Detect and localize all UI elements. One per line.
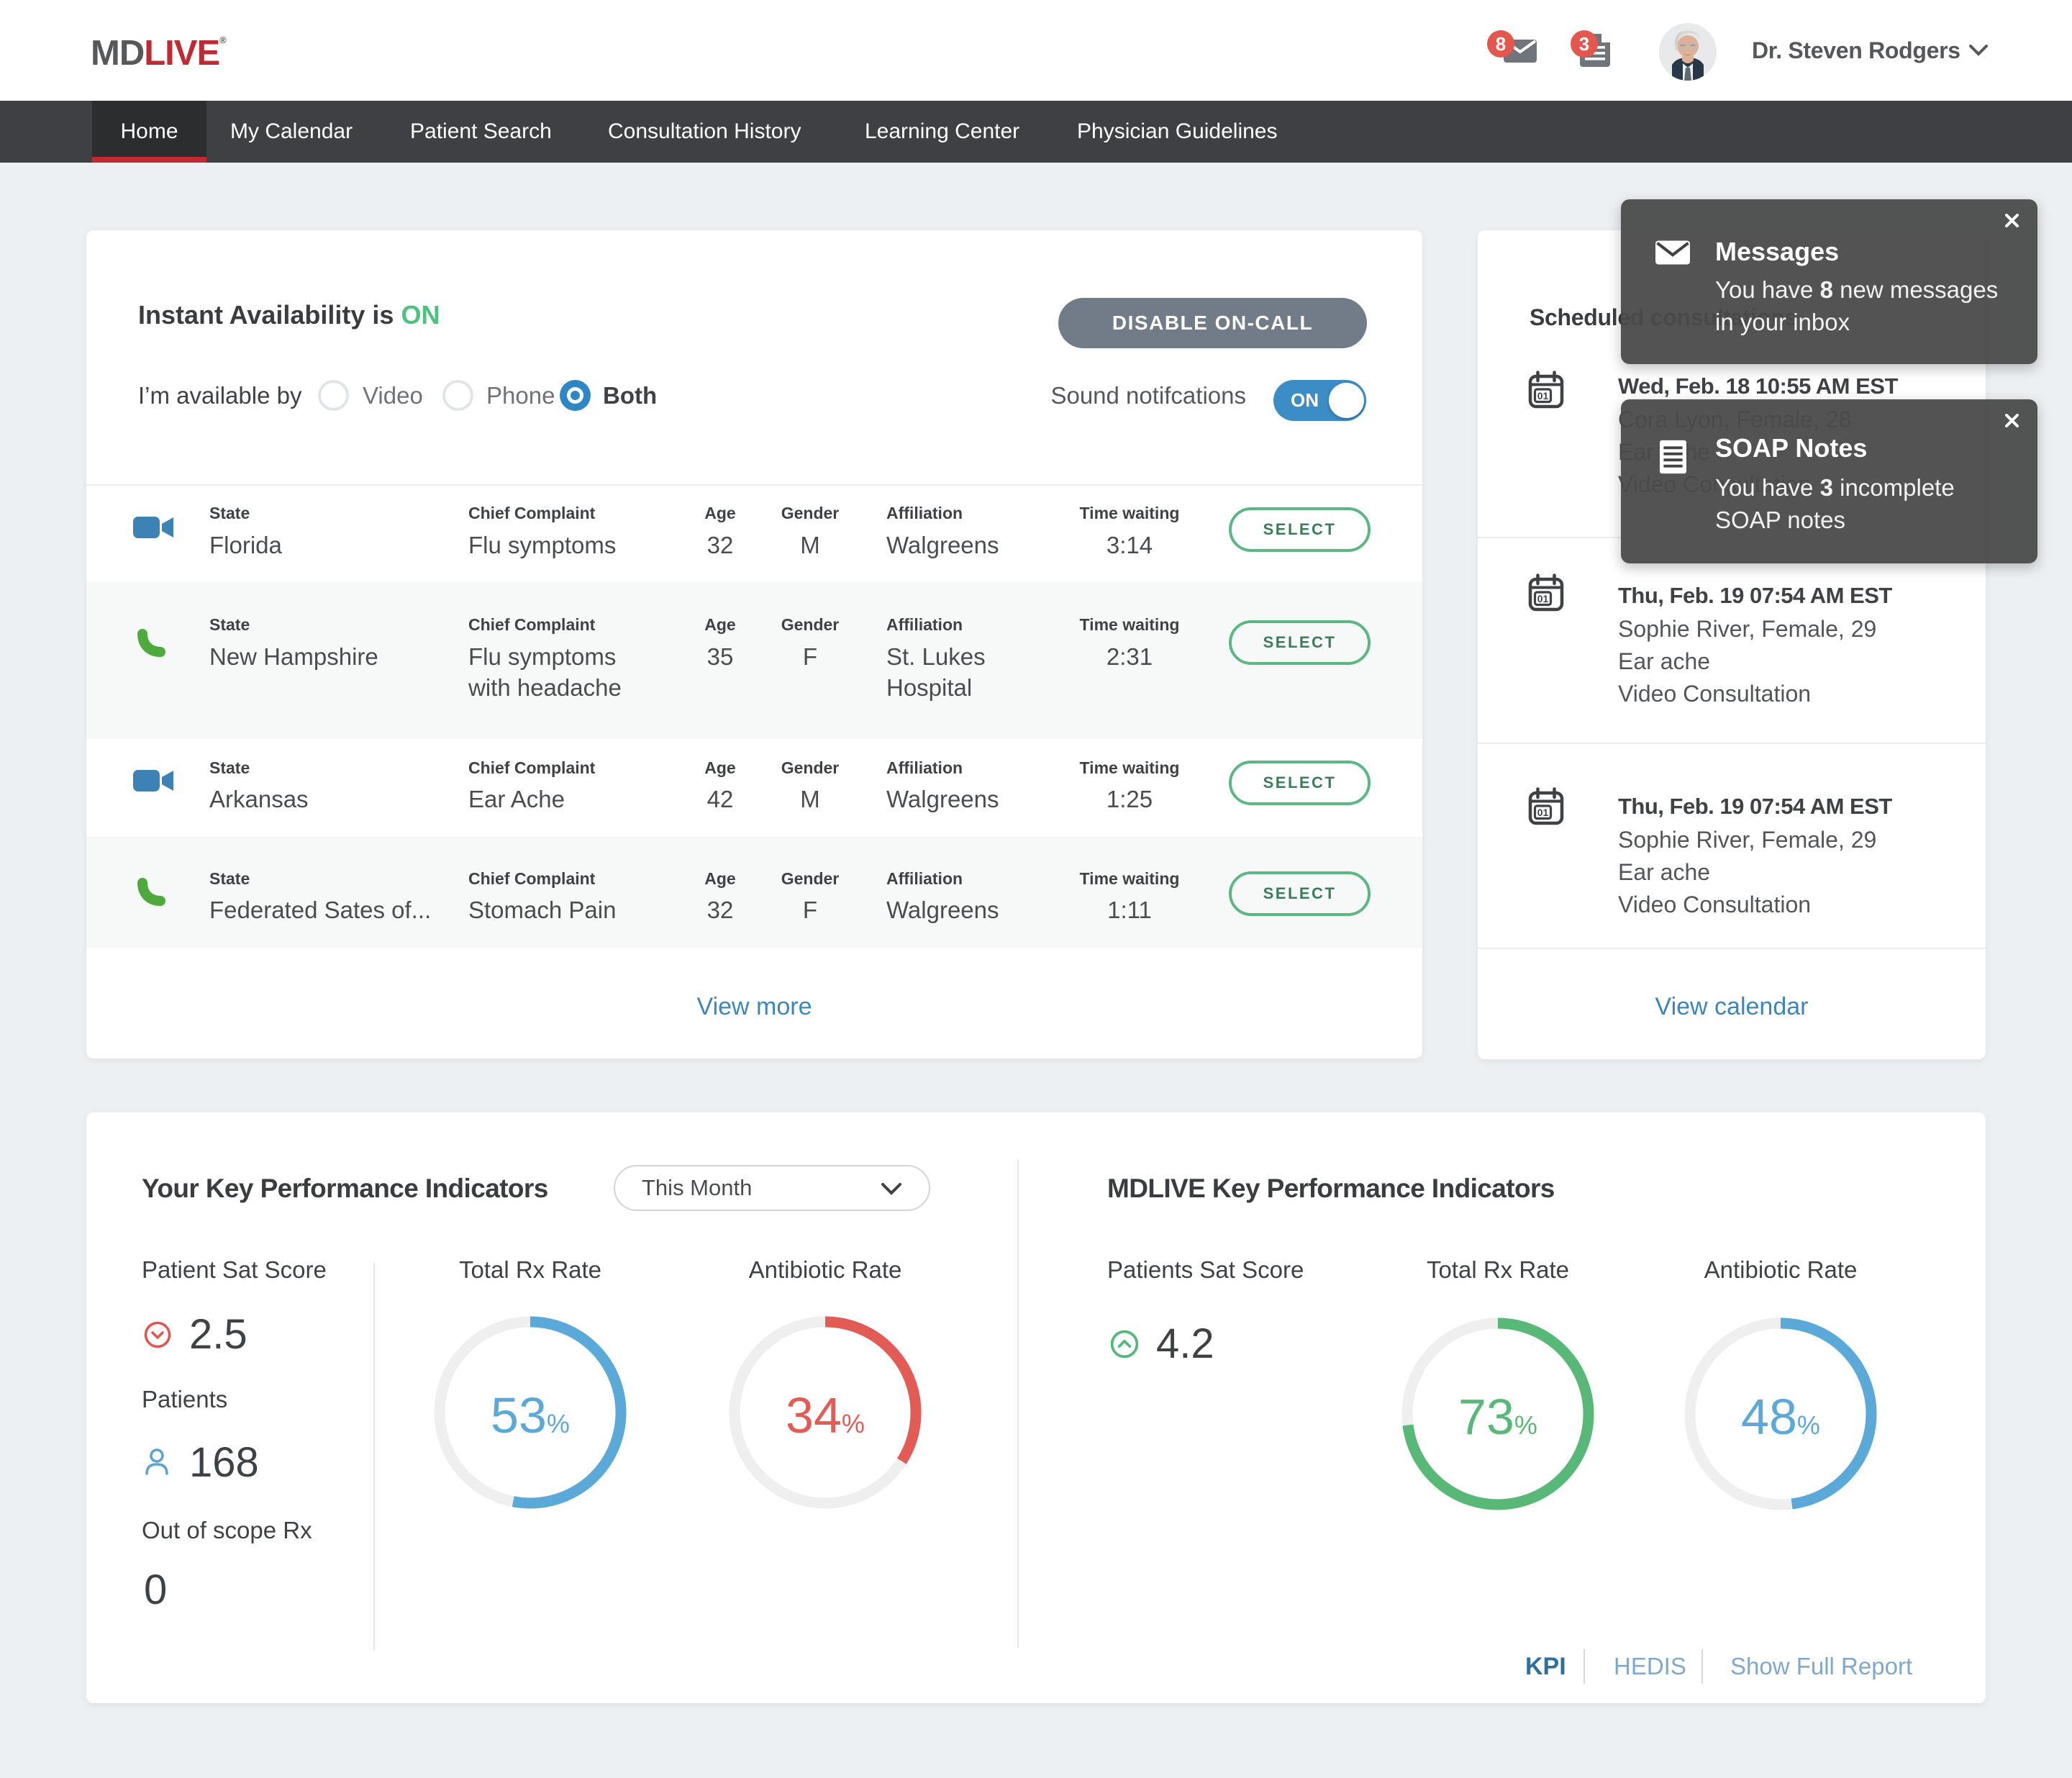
- svg-text:01: 01: [1537, 807, 1549, 818]
- svg-text:01: 01: [1537, 593, 1549, 604]
- svg-text:01: 01: [1537, 390, 1549, 402]
